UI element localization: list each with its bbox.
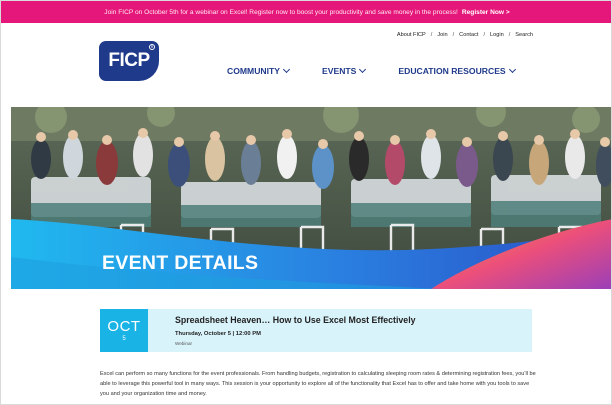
chevron-down-icon xyxy=(282,65,291,74)
event-date-badge: OCT 5 xyxy=(100,309,148,352)
event-card[interactable]: OCT 5 Spreadsheet Heaven… How to Use Exc… xyxy=(100,309,532,352)
utility-link-join[interactable]: Join xyxy=(437,32,447,38)
utility-link-about[interactable]: About FICP xyxy=(397,32,426,38)
nav-item-label: COMMUNITY xyxy=(227,66,280,76)
event-type: Webinar xyxy=(175,341,193,346)
nav-item-label: EDUCATION RESOURCES xyxy=(398,66,506,76)
promo-banner: Join FICP on October 5th for a webinar o… xyxy=(1,1,611,23)
event-description: Excel can perform so many functions for … xyxy=(100,371,536,397)
registered-mark-icon: R xyxy=(149,44,155,50)
utility-nav: About FICP / Join / Contact / Login / Se… xyxy=(397,32,533,38)
register-now-link[interactable]: Register Now > xyxy=(462,9,510,16)
nav-item-events[interactable]: EVENTS xyxy=(322,65,367,76)
ficp-logo[interactable]: FICP R xyxy=(99,41,159,81)
event-day: 5 xyxy=(122,336,126,342)
chevron-down-icon xyxy=(359,65,367,74)
promo-message: Join FICP on October 5th for a webinar o… xyxy=(104,8,458,16)
utility-separator: / xyxy=(430,32,433,38)
event-datetime: Thursday, October 5 | 12:00 PM xyxy=(175,331,261,337)
event-title: Spreadsheet Heaven… How to Use Excel Mos… xyxy=(175,315,416,325)
nav-item-community[interactable]: COMMUNITY xyxy=(227,65,291,76)
event-month: OCT xyxy=(107,318,141,335)
chevron-down-icon xyxy=(508,65,516,74)
main-nav: COMMUNITY EVENTS EDUCATION RESOURCES xyxy=(227,65,516,76)
utility-link-login[interactable]: Login xyxy=(490,32,504,38)
utility-link-search[interactable]: Search xyxy=(515,32,533,38)
logo-text: FICP xyxy=(108,50,150,71)
nav-item-education-resources[interactable]: EDUCATION RESOURCES xyxy=(398,65,516,76)
page-frame: Join FICP on October 5th for a webinar o… xyxy=(0,0,612,405)
nav-item-label: EVENTS xyxy=(322,66,357,76)
site-header: FICP R About FICP / Join / Contact / Log… xyxy=(1,23,611,107)
utility-link-contact[interactable]: Contact xyxy=(459,32,478,38)
utility-separator: / xyxy=(508,32,511,38)
hero-banner: EVENT DETAILS xyxy=(11,107,611,289)
page-title: EVENT DETAILS xyxy=(102,252,259,274)
utility-separator: / xyxy=(483,32,486,38)
utility-separator: / xyxy=(452,32,455,38)
